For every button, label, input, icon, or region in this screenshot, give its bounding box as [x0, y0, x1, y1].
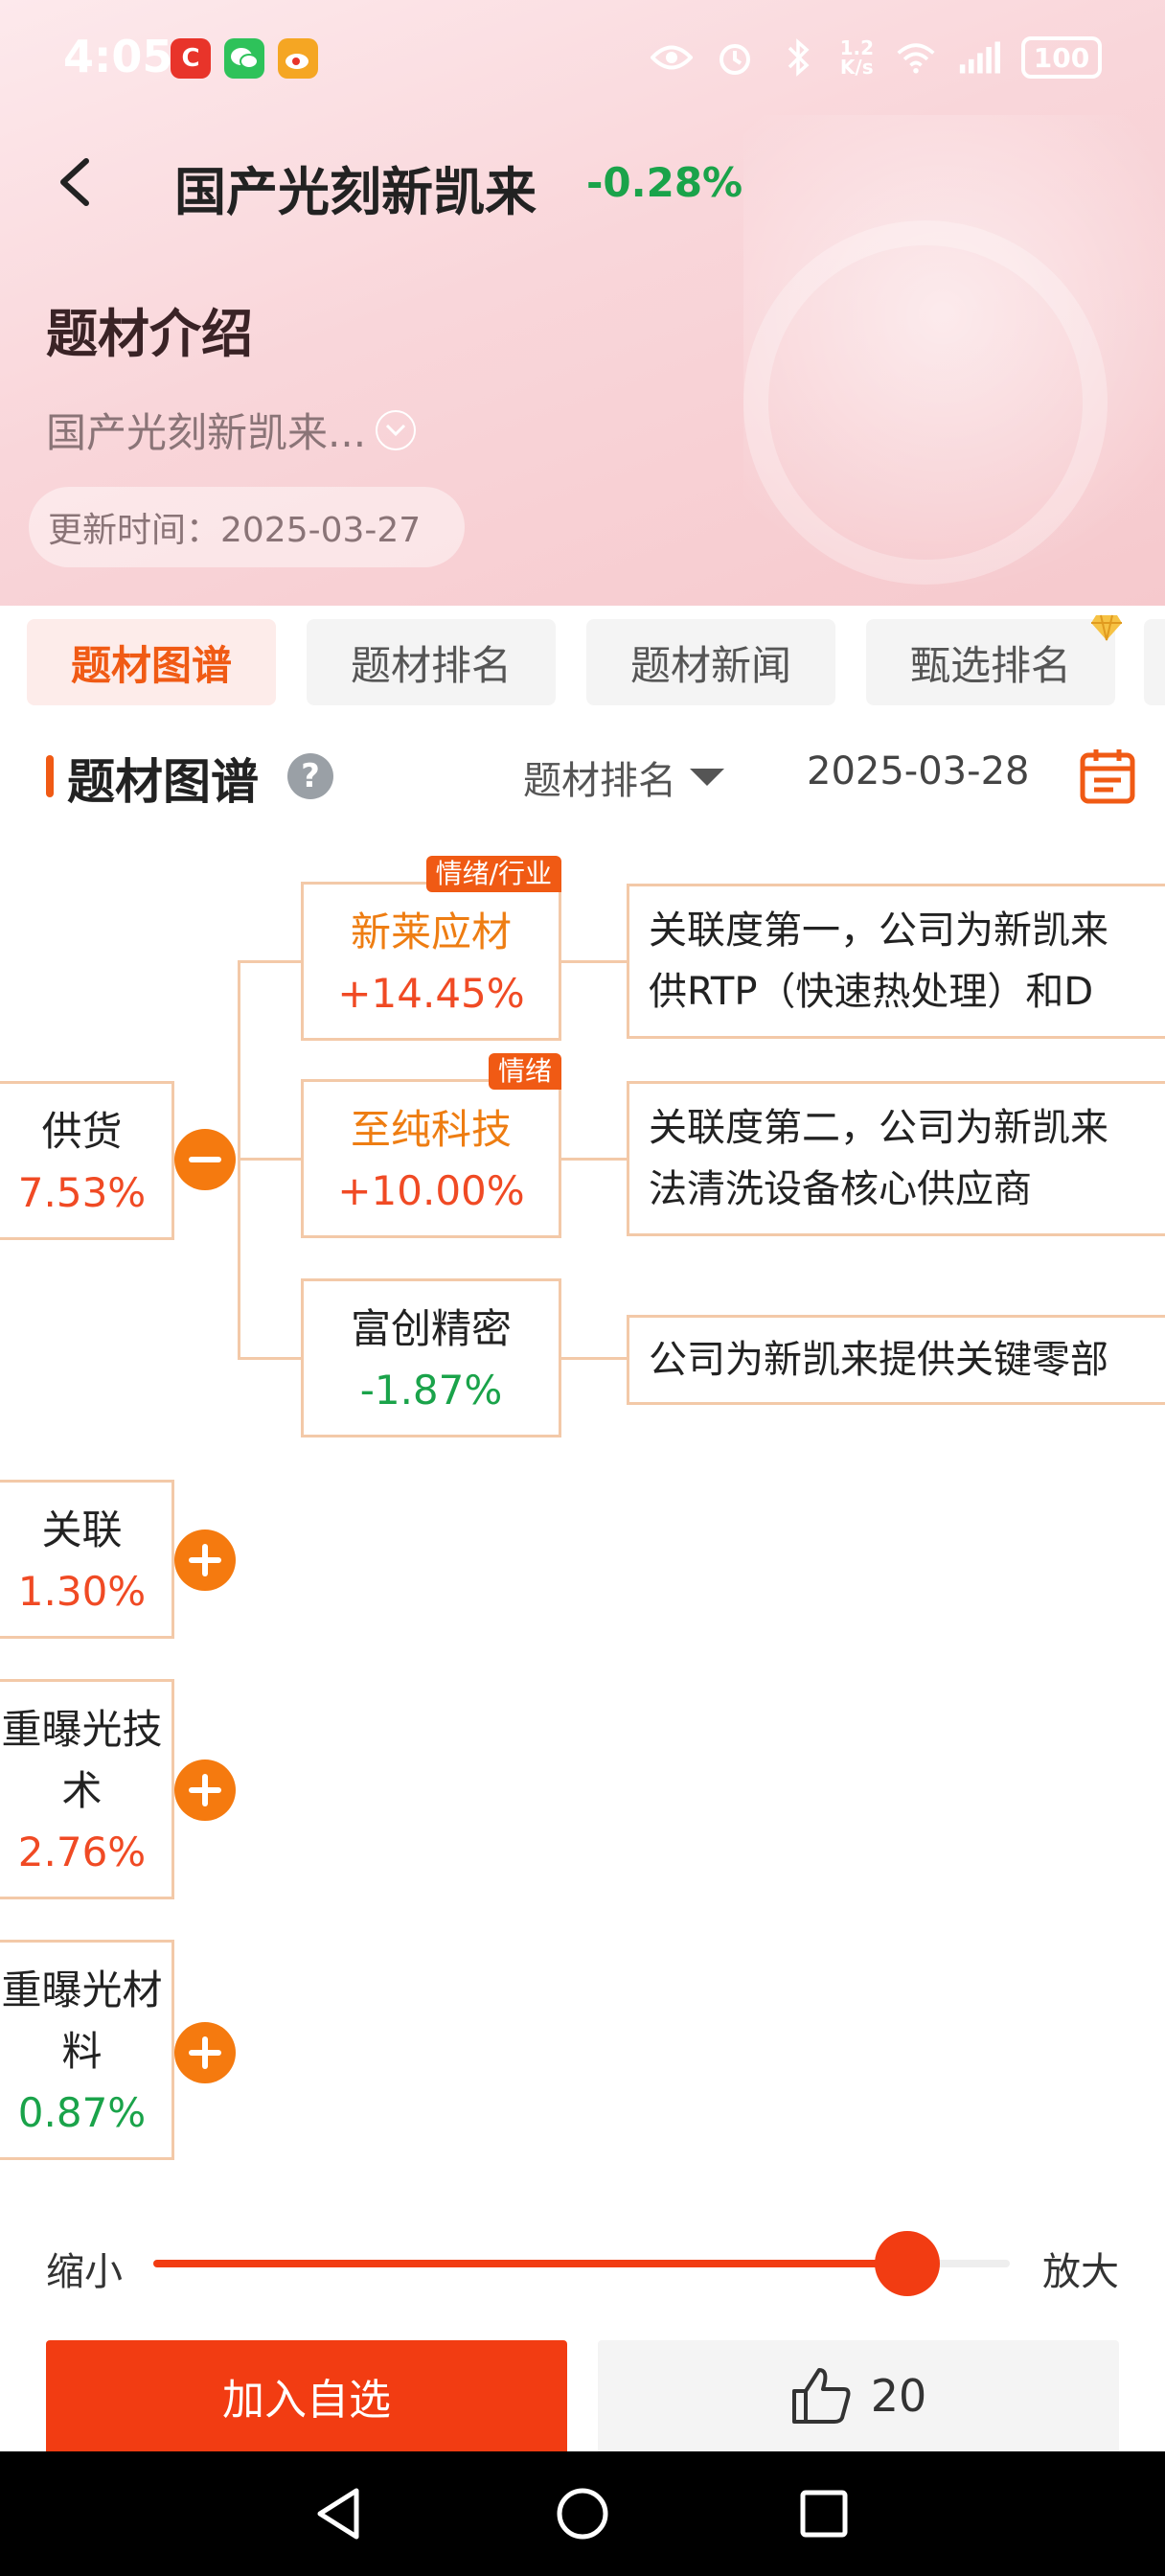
clock: 4:05	[63, 31, 173, 82]
map-group-node[interactable]: 关联 1.30%	[0, 1480, 174, 1639]
zoom-slider-fill	[153, 2260, 907, 2267]
group-label-line2: 术	[61, 1767, 103, 1814]
zoom-out-label[interactable]: 缩小	[46, 2241, 123, 2296]
description-line: 供RTP（快速热处理）和D	[649, 970, 1094, 1014]
intro-text: 国产光刻新凯来...	[46, 409, 367, 456]
group-label: 供货	[41, 1108, 123, 1155]
c-app-icon: C	[171, 38, 211, 79]
header-decoration	[743, 220, 1108, 585]
intro-heading: 题材介绍	[46, 304, 253, 364]
like-button[interactable]: 20	[598, 2340, 1119, 2451]
battery-icon: 100	[1021, 36, 1102, 79]
nav-home-icon[interactable]	[552, 2483, 613, 2544]
stock-description[interactable]: 公司为新凯来提供关键零部	[627, 1315, 1165, 1405]
description-line: 关联度第二，公司为新凯来	[649, 1106, 1108, 1150]
connector-line	[238, 1357, 301, 1360]
section-accent-bar	[46, 755, 54, 797]
thumbs-up-icon	[791, 2368, 851, 2424]
connector-line	[238, 1158, 301, 1161]
tab-selected-ranking[interactable]: 甄选排名	[866, 614, 1122, 705]
collapse-icon[interactable]	[174, 1129, 236, 1190]
zoom-slider[interactable]	[153, 2231, 1010, 2296]
stock-name: 至纯科技	[350, 1106, 512, 1153]
signal-icon	[958, 36, 1000, 79]
stock-node[interactable]: 富创精密 -1.87%	[301, 1278, 561, 1438]
status-bar: 4:05 C 1.2 K/s 100	[0, 0, 1165, 115]
stock-description[interactable]: 关联度第一，公司为新凯来 供RTP（快速热处理）和D	[627, 884, 1165, 1039]
expand-icon[interactable]	[174, 1760, 236, 1821]
expand-icon[interactable]	[174, 1530, 236, 1591]
connector-line	[561, 1158, 627, 1161]
stock-change: -1.87%	[359, 1367, 503, 1414]
caret-down-icon	[690, 769, 724, 786]
tab-bar: 题材图谱 题材排名 题材新闻 甄选排名	[0, 606, 1165, 721]
calendar-icon[interactable]	[1079, 748, 1136, 805]
stock-tag: 情绪/行业	[425, 856, 561, 892]
sort-dropdown[interactable]: 题材排名	[523, 749, 724, 805]
tab-selected-ranking-label: 甄选排名	[909, 641, 1071, 689]
stock-change: +10.00%	[337, 1167, 525, 1214]
back-button[interactable]	[48, 153, 105, 211]
navigation-bar	[0, 2451, 1165, 2576]
zoom-slider-thumb[interactable]	[874, 2231, 940, 2296]
weibo-icon	[278, 38, 318, 79]
zoom-in-label[interactable]: 放大	[1042, 2241, 1119, 2296]
description-line: 关联度第一，公司为新凯来	[649, 908, 1108, 953]
tab-theme-map[interactable]: 题材图谱	[27, 619, 276, 705]
group-label-line2: 料	[61, 2028, 103, 2075]
stock-name: 新莱应材	[350, 908, 512, 955]
eye-icon	[650, 36, 693, 79]
stock-description[interactable]: 关联度第二，公司为新凯来 法清洗设备核心供应商	[627, 1081, 1165, 1236]
group-change: 7.53%	[17, 1169, 147, 1216]
alarm-icon	[714, 36, 756, 79]
group-change: 1.30%	[17, 1568, 147, 1615]
stock-change: +14.45%	[337, 970, 525, 1017]
stock-node[interactable]: 情绪 至纯科技 +10.00%	[301, 1053, 561, 1238]
expand-chevron-icon[interactable]	[376, 409, 417, 450]
map-group-node[interactable]: 重曝光技 术 2.76%	[0, 1679, 174, 1899]
description-line: 法清洗设备核心供应商	[649, 1167, 1032, 1211]
stock-tag: 情绪	[488, 1053, 561, 1090]
tab-theme-ranking[interactable]: 题材排名	[307, 619, 556, 705]
nav-back-icon[interactable]	[308, 2483, 370, 2544]
connector-line	[561, 1357, 627, 1360]
expand-icon[interactable]	[174, 2022, 236, 2083]
page-title: 国产光刻新凯来	[174, 162, 537, 222]
description-line: 公司为新凯来提供关键零部	[649, 1338, 1108, 1382]
section-title: 题材图谱	[67, 754, 259, 810]
update-time: 更新时间：2025-03-27	[29, 487, 466, 567]
diamond-icon	[1091, 614, 1122, 641]
group-change: 2.76%	[17, 1828, 147, 1875]
connector-line	[561, 960, 627, 963]
intro-description[interactable]: 国产光刻新凯来...	[46, 401, 417, 459]
group-label: 重曝光技	[1, 1706, 163, 1753]
add-watchlist-button[interactable]: 加入自选	[46, 2340, 567, 2451]
stock-node[interactable]: 情绪/行业 新莱应材 +14.45%	[301, 856, 561, 1041]
bluetooth-icon	[777, 36, 819, 79]
help-icon[interactable]: ?	[287, 753, 333, 799]
title-change-pct: -0.28%	[586, 159, 743, 206]
connector-line	[238, 960, 301, 963]
nav-recents-icon[interactable]	[793, 2483, 855, 2544]
sort-dropdown-label: 题材排名	[523, 759, 676, 803]
network-speed: 1.2 K/s	[839, 36, 874, 79]
group-change: 0.87%	[17, 2089, 147, 2136]
map-group-node[interactable]: 重曝光材 料 0.87%	[0, 1940, 174, 2160]
map-group-node[interactable]: 供货 7.53%	[0, 1081, 174, 1240]
map-date: 2025-03-28	[807, 749, 1030, 794]
wifi-icon	[895, 36, 937, 79]
stock-name: 富创精密	[350, 1305, 512, 1352]
group-label: 关联	[41, 1506, 123, 1553]
tab-theme-news[interactable]: 题材新闻	[586, 619, 835, 705]
wechat-icon	[224, 38, 264, 79]
tab-more[interactable]	[1144, 619, 1165, 705]
like-count: 20	[870, 2370, 927, 2422]
group-label: 重曝光材	[1, 1966, 163, 2013]
